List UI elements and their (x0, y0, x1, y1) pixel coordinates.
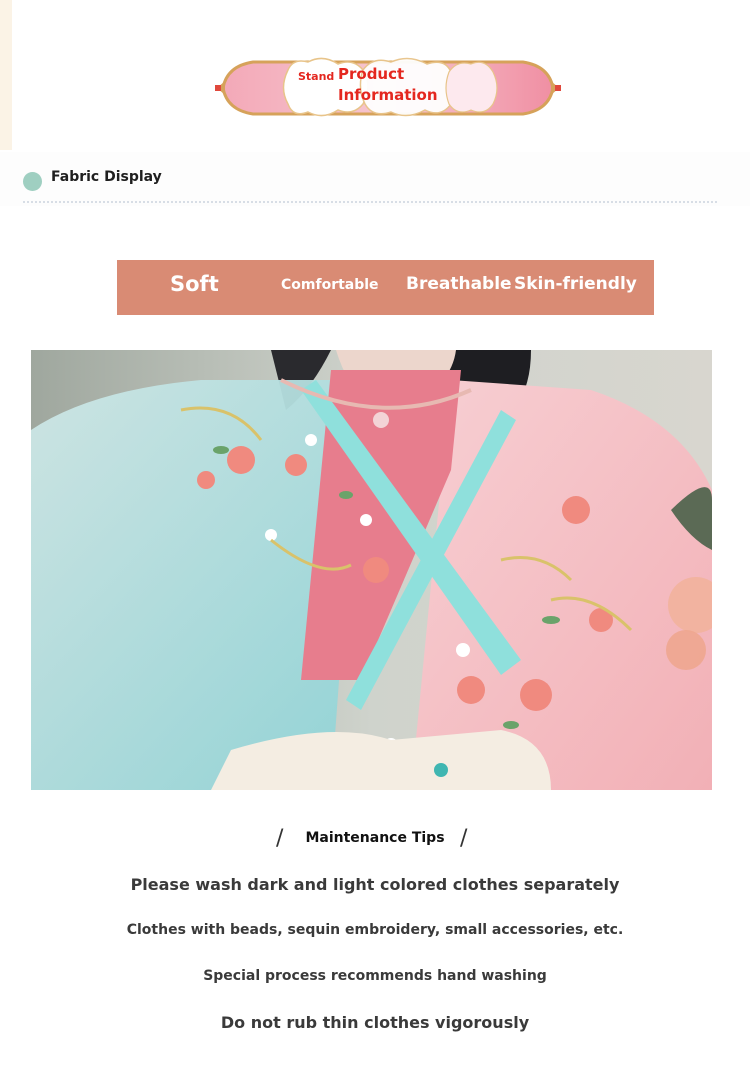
banner-title-line1: Product (338, 65, 405, 83)
fabric-display-header: Fabric Display (0, 152, 750, 206)
banner-title: Product Information (338, 64, 438, 106)
fabric-photo (31, 350, 712, 790)
bullet-dot-icon (23, 172, 42, 191)
dotted-divider (23, 201, 717, 203)
feature-comfortable: Comfortable (281, 277, 379, 293)
feature-skin-friendly: Skin-friendly (514, 274, 637, 294)
section-title: Fabric Display (51, 169, 162, 185)
banner-stand-label: Stand (298, 70, 335, 83)
maintenance-tips-title: Maintenance Tips (305, 830, 445, 846)
hanfu-embroidered-fabric-photo-icon (31, 350, 712, 790)
banner-title-line2: Information (338, 86, 438, 104)
product-information-banner: Stand Product Information (213, 48, 563, 128)
feature-breathable: Breathable (406, 274, 512, 294)
left-decor-strip (0, 0, 12, 150)
feature-soft: Soft (170, 272, 219, 296)
tip-item-1: Please wash dark and light colored cloth… (130, 875, 620, 894)
feature-bar: Soft Comfortable Breathable Skin-friendl… (117, 260, 654, 315)
tip-item-3: Special process recommends hand washing (203, 968, 547, 984)
tip-item-4: Do not rub thin clothes vigorously (220, 1013, 530, 1032)
tip-item-2: Clothes with beads, sequin embroidery, s… (126, 922, 624, 938)
